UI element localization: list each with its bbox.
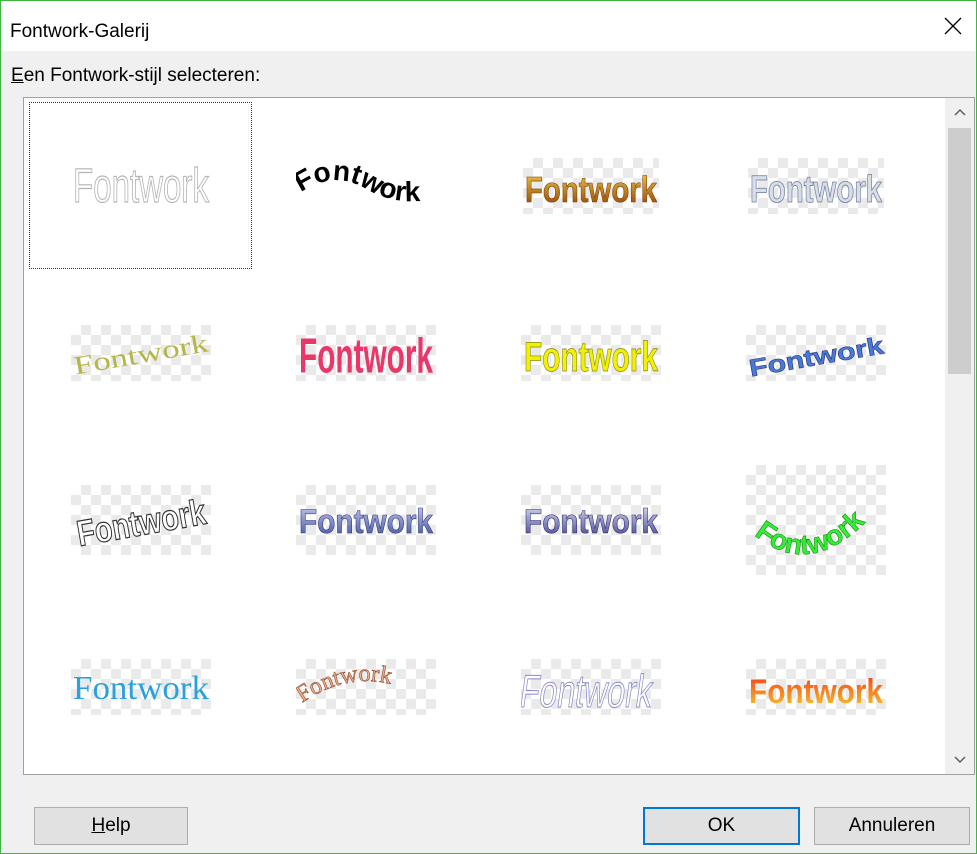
fontwork-style-1[interactable]: Fontwork (29, 102, 252, 269)
fontwork-style-6[interactable]: Fontwork (254, 269, 477, 436)
style-preview-text: Fontwork (525, 169, 658, 210)
style-preview-text: Fontwork (296, 154, 421, 207)
style-preview-text: Fontwork (72, 158, 208, 212)
style-preview-text: Fontwork (299, 503, 433, 541)
fontwork-style-4[interactable]: Fontwork (704, 102, 927, 269)
scroll-down-button[interactable] (945, 746, 974, 774)
help-button[interactable]: Help (34, 807, 188, 845)
fontwork-style-14[interactable]: Fontwork (254, 603, 477, 770)
style-preview-text: Fontwork (71, 328, 210, 380)
ok-button[interactable]: OK (643, 807, 800, 845)
style-preview-text: Fontwork (521, 665, 657, 715)
title-bar: Fontwork-Galerij (1, 1, 976, 51)
fontwork-style-5[interactable]: Fontwork (29, 269, 252, 436)
fontwork-style-16[interactable]: Fontwork (704, 603, 927, 770)
style-preview-text: Fontwork (750, 169, 883, 211)
style-preview-text: Fontwork (749, 673, 883, 711)
style-preview-text: Fontwork (750, 503, 870, 561)
scroll-up-button[interactable] (945, 98, 974, 126)
svg-text:Fontwork: Fontwork (750, 503, 870, 560)
fontwork-style-12[interactable]: Fontwork (704, 436, 927, 603)
style-preview-text: Fontwork (296, 660, 394, 708)
fontwork-style-13[interactable]: Fontwork (29, 603, 252, 770)
fontwork-style-10[interactable]: Fontwork (254, 436, 477, 603)
style-preview-text: Fontwork (524, 333, 658, 380)
vertical-scrollbar[interactable] (945, 98, 974, 774)
fontwork-style-gallery: Fontwork Fontwork Fontwork (23, 97, 975, 775)
chevron-up-icon (953, 108, 966, 116)
cancel-button[interactable]: Annuleren (814, 807, 970, 845)
close-button[interactable] (930, 1, 976, 51)
fontwork-style-2[interactable]: Fontwork (254, 102, 477, 269)
fontwork-style-15[interactable]: Fontwork (479, 603, 702, 770)
chevron-down-icon (953, 756, 966, 764)
select-style-label: Een Fontwork-stijl selecteren: (11, 65, 261, 86)
fontwork-style-7[interactable]: Fontwork (479, 269, 702, 436)
svg-text:Fontwork: Fontwork (296, 660, 394, 707)
close-icon (944, 17, 962, 35)
fontwork-style-3[interactable]: Fontwork (479, 102, 702, 269)
fontwork-style-9[interactable]: Fontwork (29, 436, 252, 603)
style-preview-text: Fontwork (747, 332, 886, 381)
style-preview-text: Fontwork (524, 503, 658, 541)
fontwork-gallery-dialog: Fontwork-Galerij Een Fontwork-stijl sele… (0, 0, 977, 854)
style-preview-text: Fontwork (73, 670, 209, 707)
fontwork-style-8[interactable]: Fontwork (704, 269, 927, 436)
dialog-title: Fontwork-Galerij (10, 21, 150, 42)
scrollbar-thumb[interactable] (948, 128, 971, 374)
fontwork-style-11[interactable]: Fontwork (479, 436, 702, 603)
svg-text:Fontwork: Fontwork (296, 154, 421, 207)
style-preview-text: Fontwork (73, 490, 209, 553)
style-preview-text: Fontwork (299, 327, 433, 380)
